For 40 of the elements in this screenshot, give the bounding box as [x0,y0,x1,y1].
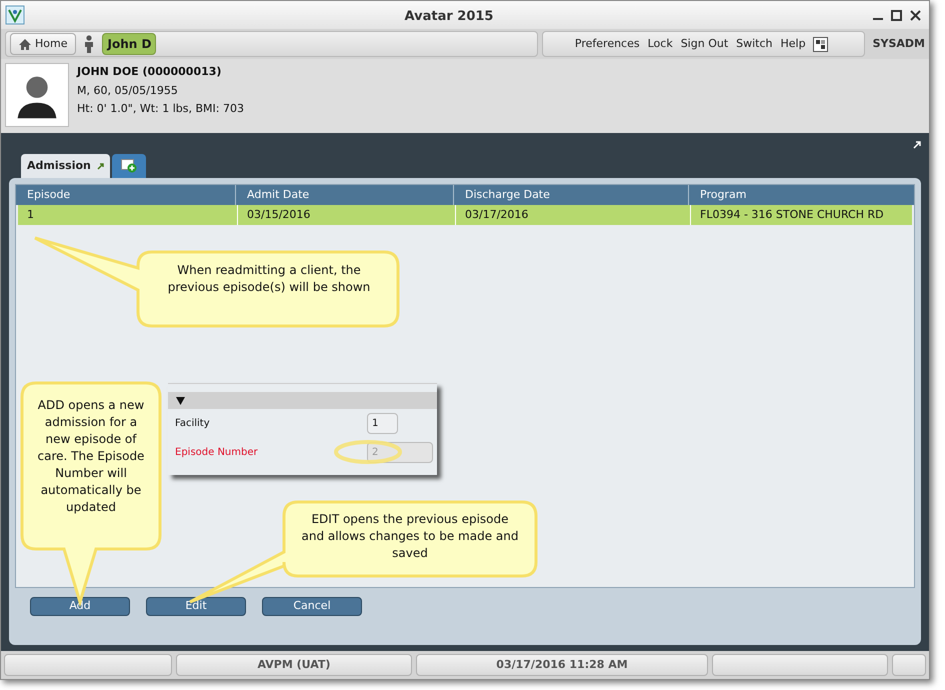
column-header[interactable]: Program [689,185,914,205]
layout-icon[interactable] [812,37,828,52]
person-icon [84,35,94,53]
status-panel: AVPM (UAT) [176,654,412,676]
maximize-icon[interactable] [891,10,902,20]
menu-link[interactable]: Preferences [574,36,640,52]
status-panel: 03/17/2016 11:28 AM [416,654,708,676]
window-title: Avatar 2015 [404,9,494,24]
tab[interactable]: Admission [21,154,110,178]
menu-link[interactable]: Lock [648,36,673,52]
home-button[interactable]: Home [10,33,76,55]
patient-name: JOHN DOE (000000013) [77,64,222,80]
pin-icon[interactable] [96,162,104,170]
app-logo-icon [5,5,25,25]
input-field[interactable]: 1 [367,413,398,434]
callout-text: ADD opens a new admission for a new episode of care. The Episode Number will automatically be updated [36,397,146,516]
patient-vitals: Ht: 0' 1.0", Wt: 1 lbs, BMI: 703 [77,101,244,117]
field-label: Facility [175,417,210,431]
menu-link[interactable]: Help [780,36,806,52]
table-row[interactable]: 1 03/15/2016 03/17/2016 FL0394 - 316 STONE CHURCH RD [18,205,912,225]
user-name: SYSADM [872,36,925,52]
patient-demographics: M, 60, 05/05/1955 [77,82,179,98]
add-icon [120,159,137,173]
add-tab-button[interactable] [112,154,146,178]
field-label: Episode Number [175,446,258,460]
action-button[interactable]: Edit [146,597,246,616]
callout-text: EDIT opens the previous episode and allows changes to be made and saved [300,511,520,562]
action-button[interactable]: Add [30,597,130,616]
menu-link[interactable]: Switch [736,36,773,52]
client-tab[interactable]: John D [102,33,156,55]
callout-text: When readmitting a client, the previous episode(s) will be shown [166,262,372,296]
action-button[interactable]: Cancel [262,597,362,616]
avatar-silhouette [5,63,69,127]
collapse-icon[interactable] [176,396,185,404]
menu-link[interactable]: Sign Out [680,36,728,52]
highlight-ellipse [334,440,402,464]
status-panel [892,654,926,676]
home-icon [19,38,31,50]
close-icon[interactable] [910,10,921,20]
expand-icon[interactable] [913,141,921,149]
